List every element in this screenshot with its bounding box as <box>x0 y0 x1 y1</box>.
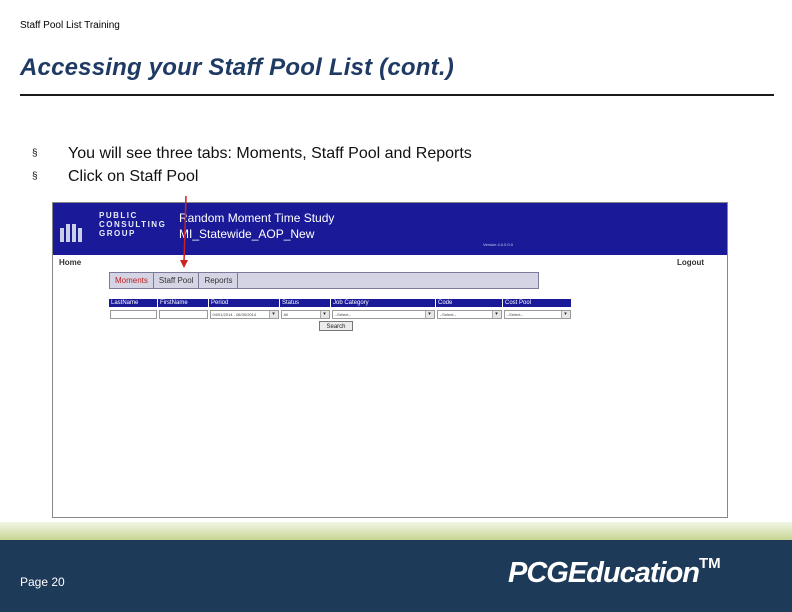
title-divider <box>20 94 774 96</box>
filter-header-job-category: Job Category <box>330 299 436 307</box>
filter-header-status: Status <box>279 299 331 307</box>
trademark-symbol: TM <box>699 555 721 572</box>
search-button[interactable]: Search <box>319 321 353 331</box>
cost-pool-select[interactable]: --Select-- ▾ <box>503 309 571 319</box>
filter-table: LastName FirstName Period Status Job Cat… <box>109 299 572 321</box>
period-select[interactable]: 04/01/2014 - 06/30/2014 ▾ <box>209 309 279 319</box>
filter-header-period: Period <box>208 299 280 307</box>
company-logo-text: PUBLIC CONSULTING GROUP <box>99 211 167 238</box>
bullet-list: § You will see three tabs: Moments, Staf… <box>32 142 472 188</box>
lastname-input[interactable] <box>110 309 157 319</box>
bullet-marker: § <box>32 171 38 182</box>
code-select[interactable]: --Select-- ▾ <box>436 309 502 319</box>
header-small-title: Staff Pool List Training <box>20 20 120 31</box>
app-title: Random Moment Time Study MI_Statewide_AO… <box>179 211 335 241</box>
tab-bar: Moments Staff Pool Reports <box>109 272 539 289</box>
chevron-down-icon: ▾ <box>319 310 329 318</box>
filter-header-code: Code <box>435 299 503 307</box>
chevron-down-icon: ▾ <box>560 310 570 318</box>
tab-reports[interactable]: Reports <box>199 273 239 288</box>
tab-moments[interactable]: Moments <box>110 273 154 288</box>
chevron-down-icon: ▾ <box>424 310 434 318</box>
pcg-education-logo: PCGEducationTM <box>508 555 721 589</box>
filter-header-lastname: LastName <box>109 299 158 307</box>
app-screenshot: PUBLIC CONSULTING GROUP Random Moment Ti… <box>52 202 728 518</box>
tab-staff-pool[interactable]: Staff Pool <box>154 273 200 288</box>
chevron-down-icon: ▾ <box>268 310 278 318</box>
firstname-input[interactable] <box>158 309 208 319</box>
app-header-bar: PUBLIC CONSULTING GROUP Random Moment Ti… <box>53 203 727 255</box>
filter-header-firstname: FirstName <box>157 299 209 307</box>
bullet-text: Click on Staff Pool <box>68 167 199 185</box>
chevron-down-icon: ▾ <box>491 310 501 318</box>
bullet-marker: § <box>32 148 38 159</box>
filter-header-cost-pool: Cost Pool <box>502 299 572 307</box>
logout-link[interactable]: Logout <box>677 258 704 267</box>
slide-title: Accessing your Staff Pool List (cont.) <box>20 54 454 81</box>
job-category-select[interactable]: --Select-- ▾ <box>331 309 435 319</box>
bullet-item: § Click on Staff Pool <box>32 165 472 188</box>
page-number: Page 20 <box>20 575 65 589</box>
bullet-text: You will see three tabs: Moments, Staff … <box>68 144 472 162</box>
bullet-item: § You will see three tabs: Moments, Staf… <box>32 142 472 165</box>
home-link[interactable]: Home <box>59 258 81 267</box>
footer-gradient-band <box>0 522 792 540</box>
app-version: Version 4.0.0.0.0 <box>483 242 514 247</box>
status-select[interactable]: All ▾ <box>280 309 330 319</box>
pcg-columns-logo-icon <box>60 224 82 242</box>
